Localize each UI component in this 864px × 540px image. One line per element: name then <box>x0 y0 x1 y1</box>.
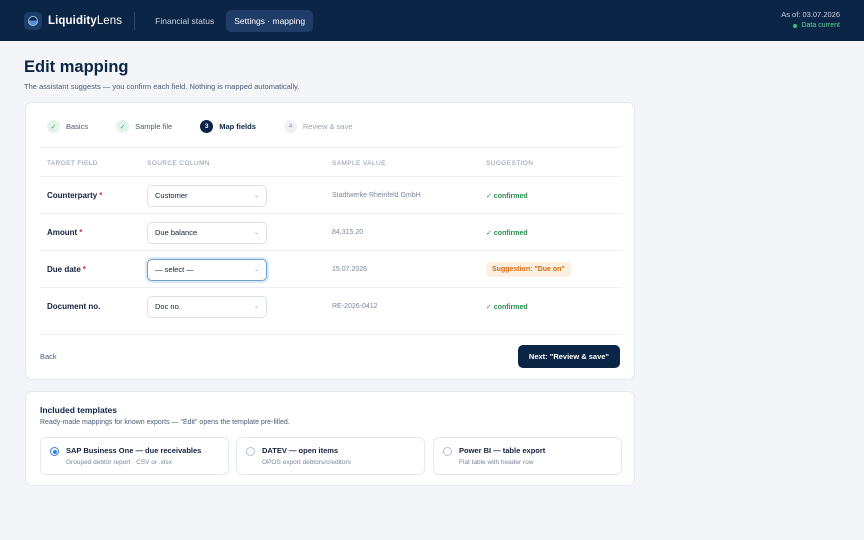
target-field: Document no. <box>47 302 101 311</box>
source-column-select[interactable]: Doc no. ⌄ <box>147 295 267 318</box>
step-map-fields[interactable]: 3 Map fields <box>200 120 256 133</box>
divider <box>40 334 622 335</box>
template-option-datev[interactable]: DATEV — open items OPOS export debtors/c… <box>236 437 425 475</box>
brand[interactable]: LiquidityLens <box>24 11 123 30</box>
source-column-select[interactable]: — select — ⌄ <box>147 258 267 281</box>
templates-card: Included templates Ready-made mappings f… <box>25 391 635 486</box>
step-basics[interactable]: ✓ Basics <box>47 120 88 133</box>
status-dot-icon <box>793 23 798 28</box>
mapping-card: ✓ Basics ✓ Sample file 3 Map fields 4 Re… <box>25 102 635 380</box>
template-option-sap[interactable]: SAP Business One — due receivables Group… <box>40 437 229 475</box>
check-icon: ✓ <box>116 120 130 133</box>
step-label: Basics <box>66 122 89 131</box>
step-number: 3 <box>200 120 214 133</box>
step-label: Sample file <box>135 122 173 131</box>
template-description: Grouped debtor report · CSV or .xlsx <box>66 459 172 466</box>
table-row: Due date * — select — ⌄ 15.07.2026 Suggest… <box>40 250 622 287</box>
data-current-indicator: Data current <box>781 22 840 29</box>
confirmed-status: ✓ confirmed <box>486 192 528 200</box>
template-name: SAP Business One — due receivables <box>66 446 202 455</box>
table-row: Counterparty * Customer ⌄ Stadtwerke Rhein… <box>40 176 622 213</box>
step-sample-file[interactable]: ✓ Sample file <box>116 120 172 133</box>
chevron-down-icon: ⌄ <box>253 304 259 310</box>
liquidity-logo-icon <box>24 11 42 30</box>
target-field: Counterparty * <box>47 191 103 200</box>
confirmed-status: ✓ confirmed <box>486 229 528 237</box>
next-button[interactable]: Next: "Review & save" <box>517 345 620 368</box>
template-description: Flat table with header row <box>459 459 534 466</box>
chevron-down-icon: ⌄ <box>253 267 259 273</box>
top-bar: LiquidityLens Financial status Settings … <box>0 0 864 41</box>
sample-value: RE-2026-0412 <box>332 303 378 310</box>
page-title: Edit mapping <box>24 58 129 76</box>
column-header-sample: SAMPLE VALUE <box>332 160 386 167</box>
template-description: OPOS export debtors/creditors <box>262 459 351 466</box>
template-name: DATEV — open items <box>262 446 339 455</box>
sample-value: Stadtwerke Rheinfeld GmbH <box>332 192 421 199</box>
templates-subtitle: Ready-made mappings for known exports — … <box>40 419 290 426</box>
chevron-down-icon: ⌄ <box>253 230 259 236</box>
templates-title: Included templates <box>40 405 117 415</box>
step-review-save[interactable]: 4 Review & save <box>283 120 353 133</box>
sample-value: 84,315.20 <box>332 229 364 236</box>
page-subtitle: The assistant suggests — you confirm eac… <box>24 82 300 91</box>
step-number: 4 <box>283 120 297 133</box>
required-marker: * <box>79 228 83 237</box>
target-field: Amount * <box>47 228 83 237</box>
column-header-source: SOURCE COLUMN <box>147 160 210 167</box>
source-column-select[interactable]: Customer ⌄ <box>147 184 267 207</box>
as-of-date: As of: 03.07.2026 <box>781 10 840 19</box>
app-name: LiquidityLens <box>48 14 123 27</box>
required-marker: * <box>82 265 86 274</box>
step-label: Review & save <box>302 122 353 131</box>
radio-selected-icon[interactable] <box>50 447 59 456</box>
template-name: Power BI — table export <box>459 446 546 455</box>
template-option-powerbi[interactable]: Power BI — table export Flat table with … <box>433 437 622 475</box>
suggestion-badge[interactable]: Suggestion: "Due on" <box>486 262 571 277</box>
column-header-target: TARGET FIELD <box>47 160 98 167</box>
confirmed-status: ✓ confirmed <box>486 303 528 311</box>
radio-icon[interactable] <box>246 447 255 456</box>
nav-financial-status[interactable]: Financial status <box>147 10 222 32</box>
required-marker: * <box>99 191 103 200</box>
table-row: Amount * Due balance ⌄ 84,315.20 ✓ confirm… <box>40 213 622 250</box>
source-column-select[interactable]: Due balance ⌄ <box>147 221 267 244</box>
target-field: Due date * <box>47 265 86 274</box>
step-label: Map fields <box>219 122 256 131</box>
stepper: ✓ Basics ✓ Sample file 3 Map fields 4 Re… <box>47 120 381 133</box>
table-row: Document no. Doc no. ⌄ RE-2026-0412 ✓ con… <box>40 287 622 324</box>
divider <box>40 147 622 148</box>
check-icon: ✓ <box>47 120 60 133</box>
radio-icon[interactable] <box>443 447 452 456</box>
sample-value: 15.07.2026 <box>332 266 368 273</box>
back-button[interactable]: Back <box>40 352 57 361</box>
chevron-down-icon: ⌄ <box>253 193 259 199</box>
nav-settings-mapping[interactable]: Settings · mapping <box>226 9 314 32</box>
column-header-suggestion: SUGGESTION <box>486 160 534 167</box>
nav-divider <box>134 11 136 30</box>
data-status: As of: 03.07.2026 Data current <box>781 10 840 29</box>
